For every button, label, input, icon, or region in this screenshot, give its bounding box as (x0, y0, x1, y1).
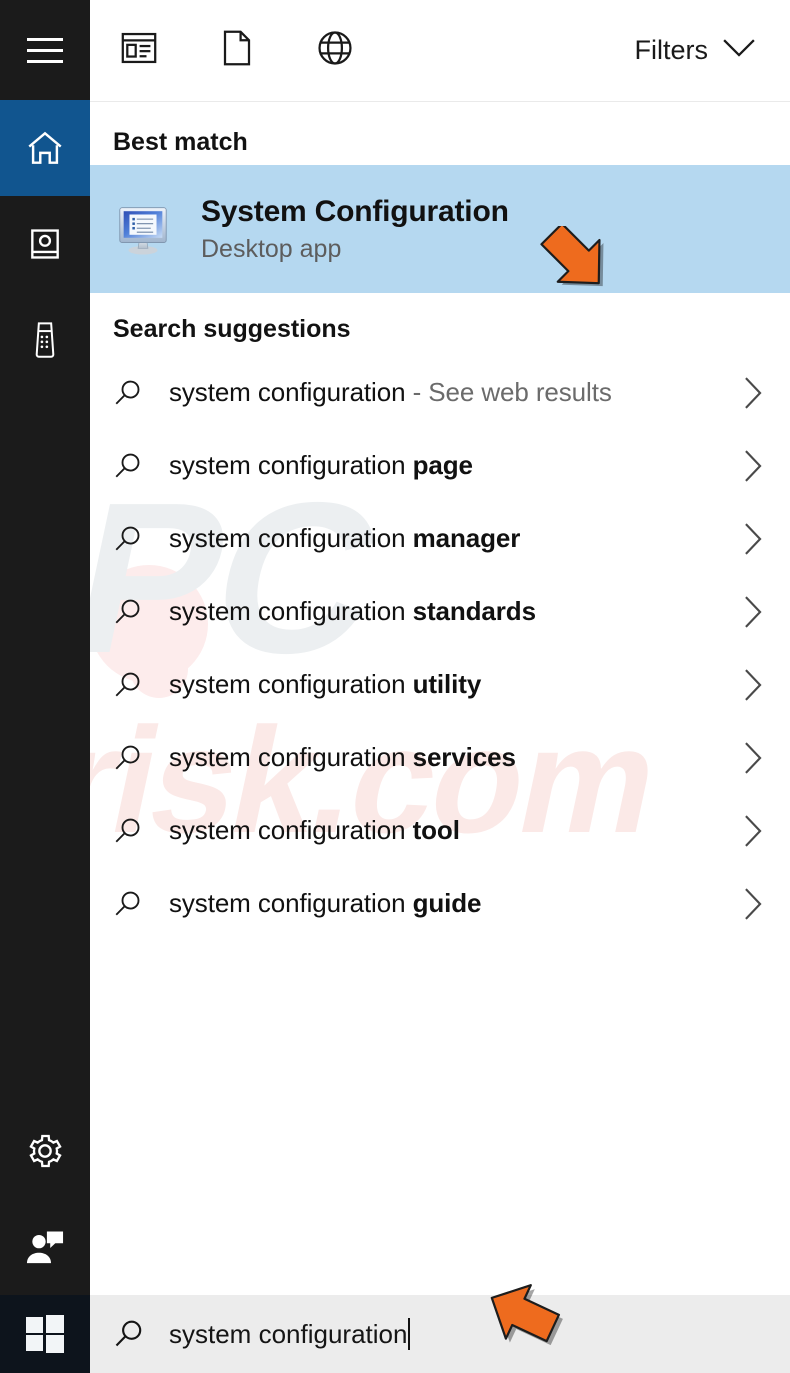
home-icon (24, 127, 66, 169)
search-results-panel: PC risk.com (90, 0, 790, 1373)
windows-logo-icon (25, 1314, 65, 1354)
best-match-section-label: Best match (90, 102, 790, 165)
suggestion-row[interactable]: system configuration standards (90, 575, 790, 648)
search-magnifier-icon (113, 1318, 169, 1350)
best-match-text: System Configuration Desktop app (201, 195, 509, 264)
chevron-right-icon[interactable] (742, 887, 764, 921)
suggestion-row[interactable]: system configuration page (90, 429, 790, 502)
filters-label: Filters (635, 35, 709, 66)
best-match-title: System Configuration (201, 195, 509, 230)
suggestion-label: system configuration utility (169, 669, 742, 700)
gear-icon (25, 1131, 65, 1171)
sidebar-item-feedback[interactable] (0, 1199, 90, 1295)
suggestion-row[interactable]: system configuration utility (90, 648, 790, 721)
best-match-result-row[interactable]: System Configuration Desktop app (90, 165, 790, 293)
suggestion-row[interactable]: system configuration services (90, 721, 790, 794)
results-scroll-area[interactable]: Best match (90, 102, 790, 1295)
web-globe-icon (317, 30, 353, 71)
suggestion-suffix-text: manager (413, 523, 521, 553)
documents-icon (222, 30, 252, 71)
sidebar-item-cortana-notebook[interactable] (0, 196, 90, 292)
header-tab-apps[interactable] (90, 0, 188, 102)
search-suggestions-list: system configuration - See web resultssy… (90, 356, 790, 940)
search-magnifier-icon (113, 451, 169, 481)
sidebar-item-hamburger-menu[interactable] (0, 0, 90, 100)
sidebar-item-home[interactable] (0, 100, 90, 196)
search-magnifier-icon (113, 378, 169, 408)
suggestion-base-text: system configuration (169, 888, 413, 918)
search-suggestions-section-label: Search suggestions (90, 293, 790, 356)
suggestion-label: system configuration page (169, 450, 742, 481)
suggestion-row[interactable]: system configuration - See web results (90, 356, 790, 429)
suggestion-label: system configuration - See web results (169, 377, 742, 408)
sidebar (0, 0, 90, 1373)
suggestion-label: system configuration guide (169, 888, 742, 919)
feedback-person-icon (24, 1228, 66, 1266)
suggestion-row[interactable]: system configuration tool (90, 794, 790, 867)
best-match-subtitle: Desktop app (201, 236, 509, 264)
filters-button[interactable]: Filters (635, 0, 790, 102)
suggestion-row[interactable]: system configuration guide (90, 867, 790, 940)
search-input-field[interactable]: system configuration (169, 1318, 410, 1350)
sidebar-item-start[interactable] (0, 1295, 90, 1373)
suggestion-suffix-text: tool (413, 815, 460, 845)
suggestion-label: system configuration standards (169, 596, 742, 627)
suggestion-label: system configuration services (169, 742, 742, 773)
results-header: Filters (90, 0, 790, 102)
apps-icon (121, 32, 157, 69)
text-caret (408, 1318, 410, 1350)
suggestion-base-text: system configuration (169, 450, 413, 480)
suggestion-base-text: system configuration (169, 669, 413, 699)
search-magnifier-icon (113, 597, 169, 627)
search-input-bar[interactable]: system configuration (90, 1295, 790, 1373)
device-icon (27, 320, 63, 360)
suggestion-label: system configuration tool (169, 815, 742, 846)
system-configuration-icon (113, 199, 173, 259)
suggestion-base-text: system configuration (169, 815, 413, 845)
suggestion-base-text: system configuration (169, 596, 413, 626)
suggestion-suffix-text: guide (413, 888, 482, 918)
header-tab-documents[interactable] (188, 0, 286, 102)
chevron-right-icon[interactable] (742, 376, 764, 410)
chevron-right-icon[interactable] (742, 741, 764, 775)
chevron-right-icon[interactable] (742, 449, 764, 483)
suggestion-suffix-text: standards (413, 596, 536, 626)
notebook-icon (26, 225, 64, 263)
suggestion-suffix-text: - See web results (405, 377, 611, 407)
header-tab-web[interactable] (286, 0, 384, 102)
search-input-value: system configuration (169, 1319, 407, 1350)
search-magnifier-icon (113, 670, 169, 700)
search-magnifier-icon (113, 889, 169, 919)
suggestion-label: system configuration manager (169, 523, 742, 554)
search-magnifier-icon (113, 524, 169, 554)
suggestion-base-text: system configuration (169, 523, 413, 553)
suggestion-base-text: system configuration (169, 742, 413, 772)
suggestion-base-text: system configuration (169, 377, 405, 407)
suggestion-suffix-text: page (413, 450, 473, 480)
chevron-right-icon[interactable] (742, 668, 764, 702)
search-magnifier-icon (113, 743, 169, 773)
sidebar-item-device-remote[interactable] (0, 292, 90, 388)
chevron-right-icon[interactable] (742, 814, 764, 848)
sidebar-item-settings[interactable] (0, 1103, 90, 1199)
chevron-down-icon (722, 37, 756, 64)
suggestion-row[interactable]: system configuration manager (90, 502, 790, 575)
windows-search-panel: PC risk.com (0, 0, 790, 1373)
hamburger-icon (27, 38, 63, 63)
chevron-right-icon[interactable] (742, 522, 764, 556)
search-magnifier-icon (113, 816, 169, 846)
suggestion-suffix-text: services (413, 742, 516, 772)
suggestion-suffix-text: utility (413, 669, 482, 699)
chevron-right-icon[interactable] (742, 595, 764, 629)
